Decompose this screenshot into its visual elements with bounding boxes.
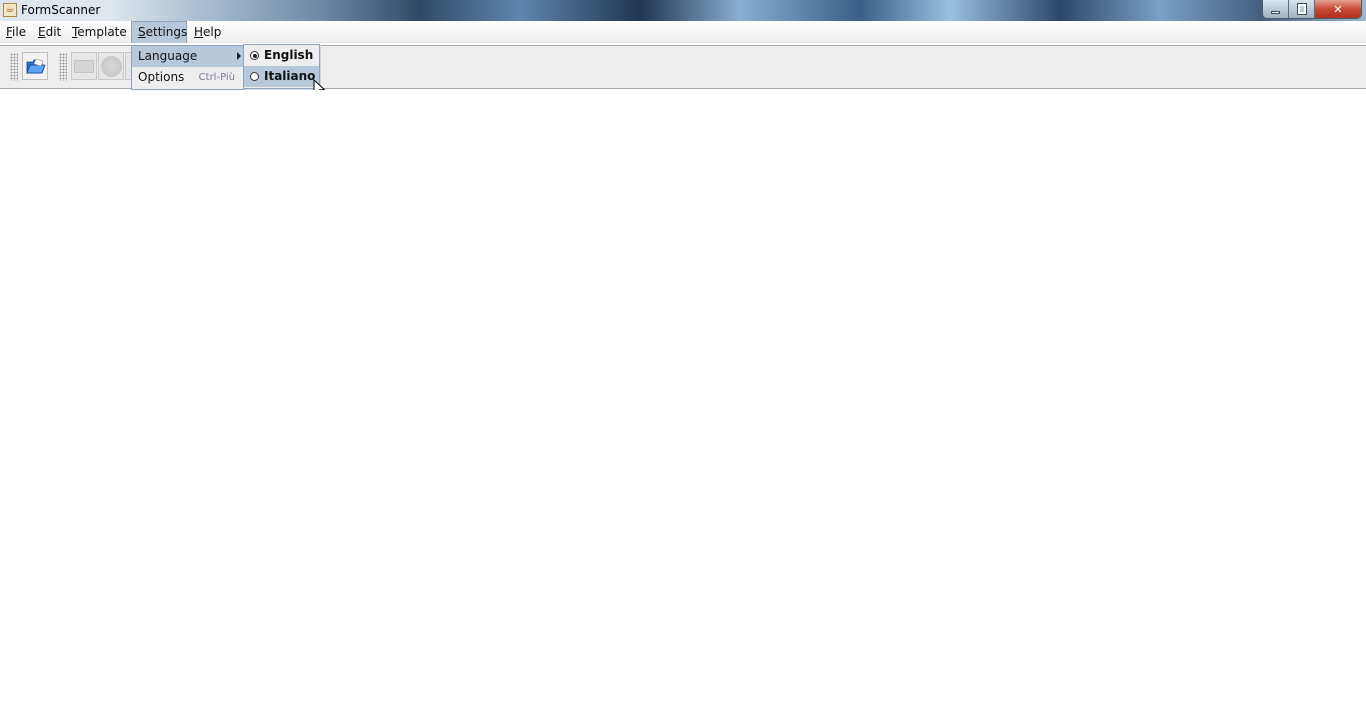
menu-item-language-label: Language	[138, 49, 198, 63]
toolbar-grip[interactable]	[59, 53, 67, 81]
language-submenu-popup: English Italiano	[243, 44, 320, 89]
menu-edit[interactable]: Edit	[32, 21, 67, 43]
menu-item-language[interactable]: Language	[132, 46, 243, 67]
radio-unselected-icon	[250, 72, 259, 81]
menu-item-italiano[interactable]: Italiano	[244, 66, 319, 87]
settings-menu-popup: Language Options Ctrl-Più	[131, 45, 244, 90]
menu-template[interactable]: Template	[66, 21, 133, 43]
menu-settings[interactable]: Settings	[131, 21, 187, 43]
radio-selected-icon	[250, 51, 259, 60]
close-button[interactable]: ✕	[1315, 0, 1361, 18]
menu-settings-label: Settings	[138, 25, 188, 39]
restore-button[interactable]	[1289, 0, 1315, 18]
title-bar[interactable]: ☕ FormScanner ✕	[0, 0, 1366, 21]
rectangle-icon	[74, 60, 94, 73]
window-controls: ✕	[1262, 0, 1362, 19]
menu-item-options-label: Options	[138, 70, 185, 84]
restore-icon	[1296, 3, 1307, 15]
circle-icon	[101, 56, 122, 77]
menu-help-label: Help	[194, 25, 222, 39]
menu-item-english-label: English	[264, 48, 314, 62]
menu-item-options[interactable]: Options Ctrl-Più	[132, 67, 243, 88]
circle-tool-button[interactable]	[98, 52, 124, 80]
rectangle-tool-button[interactable]	[71, 52, 97, 80]
menu-item-english[interactable]: English	[244, 45, 319, 66]
toolbar-grip[interactable]	[10, 53, 18, 81]
minimize-button[interactable]	[1263, 0, 1289, 18]
menu-help[interactable]: Help	[188, 21, 227, 43]
close-icon: ✕	[1333, 2, 1343, 16]
menu-template-label: Template	[72, 25, 127, 39]
minimize-icon	[1271, 10, 1280, 14]
menu-edit-label: Edit	[38, 25, 62, 39]
menu-file[interactable]: File	[0, 21, 32, 43]
main-content-area	[0, 90, 1366, 728]
open-button[interactable]	[22, 52, 48, 80]
options-shortcut: Ctrl-Più	[198, 72, 235, 83]
window-title: FormScanner	[21, 3, 101, 17]
menu-item-italiano-label: Italiano	[264, 69, 316, 83]
submenu-arrow-icon	[237, 52, 241, 60]
open-folder-icon	[26, 58, 46, 74]
menu-file-label: File	[6, 25, 27, 39]
java-app-icon: ☕	[3, 3, 17, 17]
menu-bar: File Edit Template Settings Help	[0, 21, 1366, 43]
